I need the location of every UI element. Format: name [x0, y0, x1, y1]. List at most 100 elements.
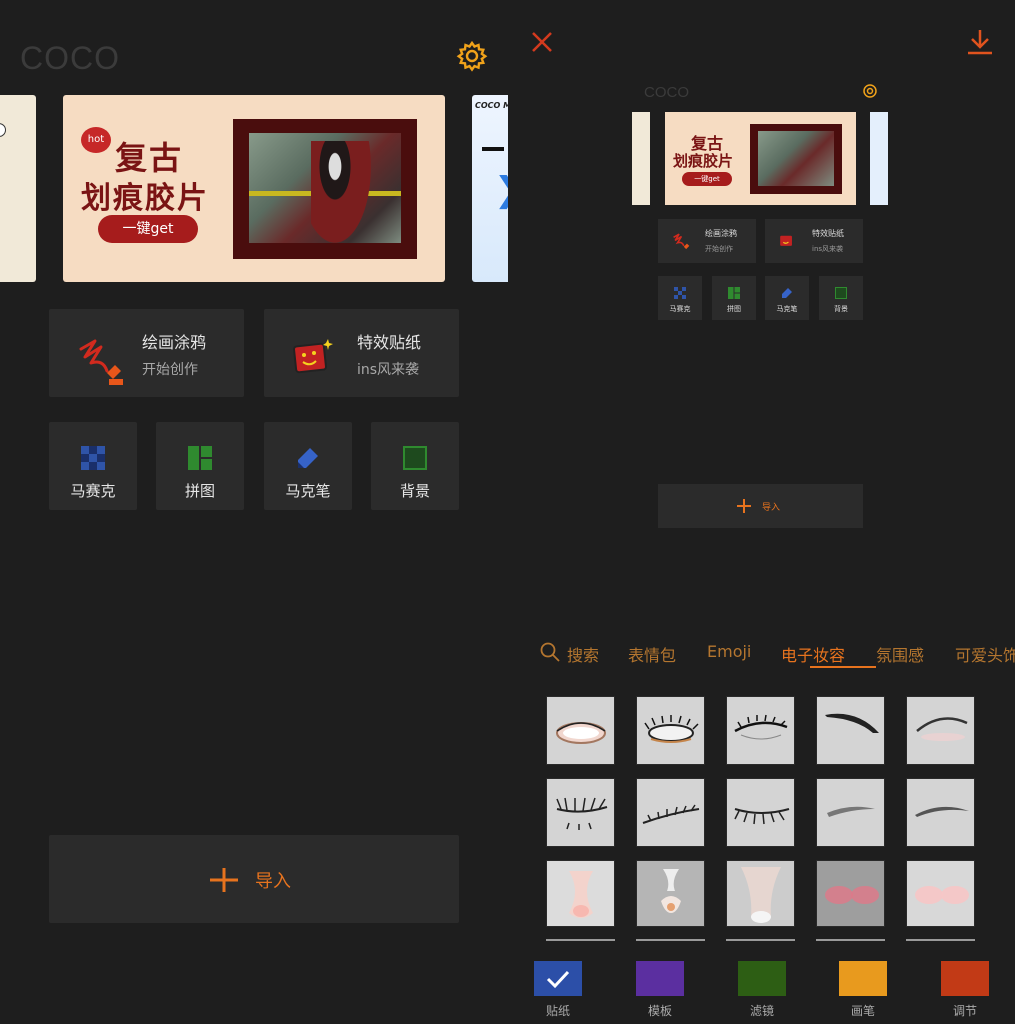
sticker-item[interactable]: [546, 696, 615, 765]
feature-effect-stickers[interactable]: 特效贴纸 ins风来袭: [264, 309, 459, 397]
tool-mosaic[interactable]: 马赛克: [49, 422, 137, 510]
sticker-item[interactable]: [816, 860, 885, 927]
eyelash-icon: [556, 797, 608, 830]
feature-title: 特效贴纸: [357, 333, 422, 352]
sticker-item[interactable]: [906, 778, 975, 847]
feature-subtitle: 开始创作: [142, 362, 198, 378]
sticker-item[interactable]: [546, 778, 615, 847]
banner-next[interactable]: COCO MA ❯: [472, 95, 508, 282]
eyeliner-icon: [825, 713, 879, 733]
row-divider: [546, 939, 615, 941]
eye-makeup-icon: [644, 715, 699, 743]
sticker-item[interactable]: [636, 778, 705, 847]
banner-cta-button[interactable]: 一键get: [98, 215, 198, 243]
sticker-grid: [546, 696, 1015, 946]
filters-swatch: [738, 961, 786, 996]
sticker-item[interactable]: [906, 696, 975, 765]
preview-app-title: COCO: [644, 84, 689, 101]
banner-carousel[interactable]: hot 复古 划痕胶片 一键get COCO MA ❯: [0, 95, 508, 282]
sticker-face-icon: [293, 339, 333, 374]
eyeliner-icon: [916, 717, 968, 741]
banner-title-line2: 划痕胶片: [81, 181, 209, 216]
brush-swatch: [839, 961, 887, 996]
background-icon: [835, 287, 847, 299]
preview-photo-frame: [750, 124, 842, 194]
sticker-face-icon: [780, 235, 792, 246]
tool-collage[interactable]: 拼图: [156, 422, 244, 510]
toolbar-label: 画笔: [850, 1004, 875, 1018]
sticker-item[interactable]: [726, 696, 795, 765]
plus-icon: [737, 499, 751, 513]
banner-photo-frame: [233, 119, 417, 259]
preview-tool-collage: 拼图: [712, 276, 756, 320]
sticker-item[interactable]: [726, 860, 795, 927]
toolbar-label: 模板: [647, 1004, 672, 1018]
preview-banner: 复古 划痕胶片 一键get: [665, 112, 856, 205]
active-tab-indicator: [810, 666, 876, 668]
tab-search[interactable]: 搜索: [567, 642, 599, 666]
preview-import-label: 导入: [762, 503, 781, 513]
tool-background[interactable]: 背景: [371, 422, 459, 510]
preview-banner-next: [870, 112, 888, 205]
tool-label: 马克笔: [285, 482, 331, 500]
sticker-item[interactable]: [636, 860, 705, 927]
sticker-item[interactable]: [726, 778, 795, 847]
blush-icon: [915, 886, 969, 904]
templates-swatch: [636, 961, 684, 996]
toolbar-templates[interactable]: 模板: [635, 961, 685, 1021]
hot-badge: hot: [81, 127, 111, 153]
download-icon[interactable]: [966, 28, 994, 56]
search-icon[interactable]: [540, 642, 560, 662]
eyelash-icon: [734, 808, 790, 825]
tab-stickers-memes[interactable]: 表情包: [628, 642, 676, 666]
row-divider: [726, 939, 795, 941]
preview-feature-title: 绘画涂鸦: [705, 229, 737, 238]
import-button[interactable]: 导入: [49, 835, 459, 923]
mosaic-icon: [81, 446, 105, 470]
canvas-preview[interactable]: COCO 复古 划痕胶片 一键get 绘画涂鸦 开始创作 特效贴纸 ins风来袭: [632, 80, 892, 540]
row-divider: [636, 939, 705, 941]
toolbar-filters[interactable]: 滤镜: [737, 961, 787, 1021]
feature-draw-doodle[interactable]: 绘画涂鸦 开始创作: [49, 309, 244, 397]
tab-atmosphere[interactable]: 氛围感: [876, 642, 924, 666]
preview-import-button: 导入: [658, 484, 863, 528]
toolbar-label: 贴纸: [545, 1004, 570, 1018]
toolbar-brush[interactable]: 画笔: [838, 961, 888, 1021]
row-divider: [906, 939, 975, 941]
toolbar-stickers[interactable]: 贴纸: [533, 961, 583, 1021]
mosaic-icon: [674, 287, 686, 299]
tab-cute-headwear[interactable]: 可爱头饰: [955, 642, 1015, 666]
preview-tool-marker: 马克笔: [765, 276, 809, 320]
feature-title: 绘画涂鸦: [142, 333, 207, 352]
banner-next-tag: COCO MA: [475, 101, 508, 110]
preview-gear-icon: [863, 84, 877, 98]
sticker-item[interactable]: [816, 778, 885, 847]
preview-feature-title: 特效贴纸: [812, 229, 844, 238]
sticker-item[interactable]: [636, 696, 705, 765]
toolbar-adjust[interactable]: 调节: [940, 961, 990, 1021]
adjust-swatch: [941, 961, 989, 996]
background-icon: [403, 446, 427, 470]
preview-feature-subtitle: ins风来袭: [812, 245, 844, 253]
tool-marker[interactable]: 马克笔: [264, 422, 352, 510]
tab-emoji[interactable]: Emoji: [707, 642, 751, 661]
blush-icon: [825, 886, 879, 904]
banner-next-decor: [482, 147, 504, 151]
preview-tool-label: 拼图: [727, 305, 741, 313]
editor-screen: COCO 复古 划痕胶片 一键get 绘画涂鸦 开始创作 特效贴纸 ins风来袭: [510, 0, 1015, 1024]
banner-retro-film[interactable]: hot 复古 划痕胶片 一键get: [63, 95, 445, 282]
sticker-item[interactable]: [816, 696, 885, 765]
eyebrow-icon: [915, 806, 969, 817]
sticker-item[interactable]: [906, 860, 975, 927]
eye-makeup-icon: [556, 722, 606, 744]
toolbar-label: 调节: [952, 1004, 977, 1018]
plus-icon: [210, 868, 238, 892]
close-icon[interactable]: [530, 30, 554, 54]
brush-scribble-icon: [79, 339, 123, 385]
tab-digital-makeup[interactable]: 电子妆容: [781, 642, 845, 666]
banner-prev[interactable]: [0, 95, 36, 282]
sticker-item[interactable]: [546, 860, 615, 927]
settings-gear-icon[interactable]: [456, 40, 488, 72]
brush-scribble-icon: [673, 233, 690, 250]
preview-feature-stickers: 特效贴纸 ins风来袭: [765, 219, 863, 263]
